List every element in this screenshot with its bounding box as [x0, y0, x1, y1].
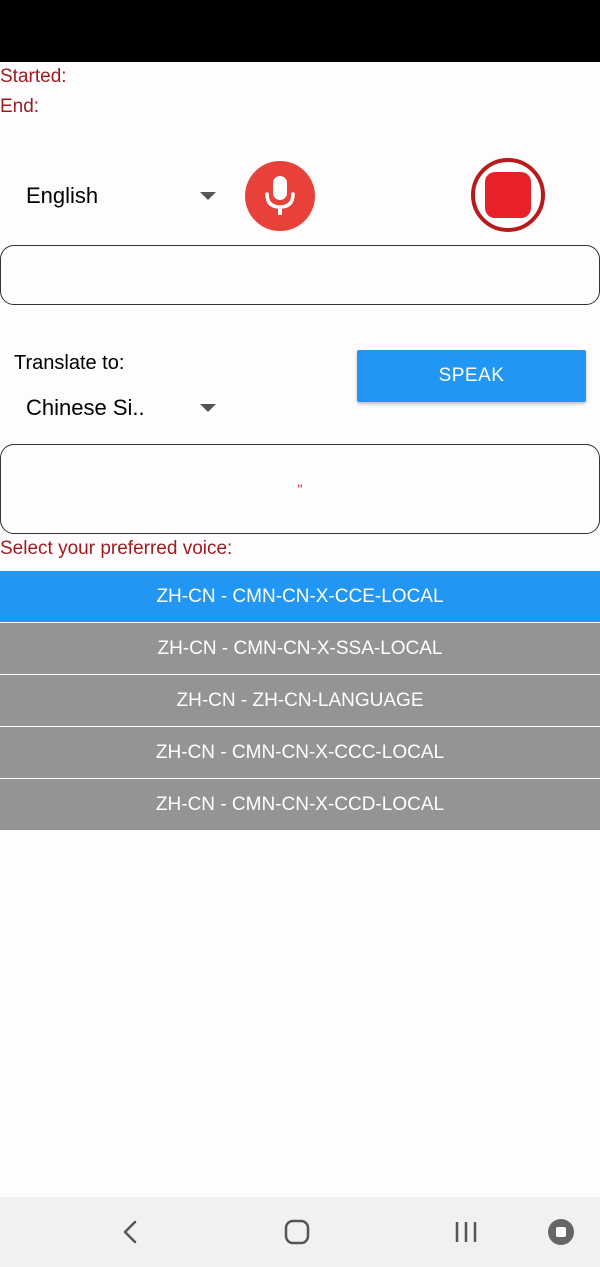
- target-language-value: Chinese Si..: [26, 395, 145, 420]
- back-button[interactable]: [100, 1197, 160, 1267]
- voice-option[interactable]: ZH-CN - CMN-CN-X-CCE-LOCAL: [0, 571, 600, 622]
- translated-text: ": [297, 481, 303, 497]
- screen-recorder-icon: [548, 1219, 574, 1245]
- stop-recording-button[interactable]: [471, 158, 545, 232]
- voice-option[interactable]: ZH-CN - CMN-CN-X-SSA-LOCAL: [0, 623, 600, 674]
- voice-select-prompt: Select your preferred voice:: [0, 538, 233, 559]
- voice-option[interactable]: ZH-CN - CMN-CN-X-CCD-LOCAL: [0, 779, 600, 830]
- dropdown-arrow-icon: [200, 192, 216, 200]
- source-language-value: English: [26, 183, 99, 208]
- microphone-icon: [265, 176, 295, 215]
- recent-apps-icon: [455, 1222, 477, 1242]
- system-navigation-bar: [0, 1197, 600, 1267]
- home-icon: [284, 1219, 310, 1245]
- stop-icon: [485, 172, 531, 218]
- home-button[interactable]: [267, 1197, 327, 1267]
- system-status-bar: [0, 0, 600, 62]
- voice-option[interactable]: ZH-CN - ZH-CN-LANGUAGE: [0, 675, 600, 726]
- dropdown-arrow-icon: [200, 404, 216, 412]
- source-text-input[interactable]: [0, 245, 600, 305]
- source-language-dropdown[interactable]: English: [26, 176, 226, 216]
- target-language-dropdown[interactable]: Chinese Si..: [26, 388, 226, 428]
- voice-option[interactable]: ZH-CN - CMN-CN-X-CCC-LOCAL: [0, 727, 600, 778]
- translated-text-output: ": [0, 444, 600, 534]
- end-label: End:: [0, 96, 40, 117]
- recent-apps-button[interactable]: [436, 1197, 496, 1267]
- speak-button[interactable]: SPEAK: [357, 350, 586, 402]
- voice-list: ZH-CN - CMN-CN-X-CCE-LOCAL ZH-CN - CMN-C…: [0, 571, 600, 831]
- screen-recorder-button[interactable]: [531, 1197, 591, 1267]
- back-icon: [123, 1220, 137, 1244]
- translate-to-label: Translate to:: [14, 352, 125, 374]
- started-label: Started:: [0, 66, 67, 87]
- microphone-button[interactable]: [245, 161, 315, 231]
